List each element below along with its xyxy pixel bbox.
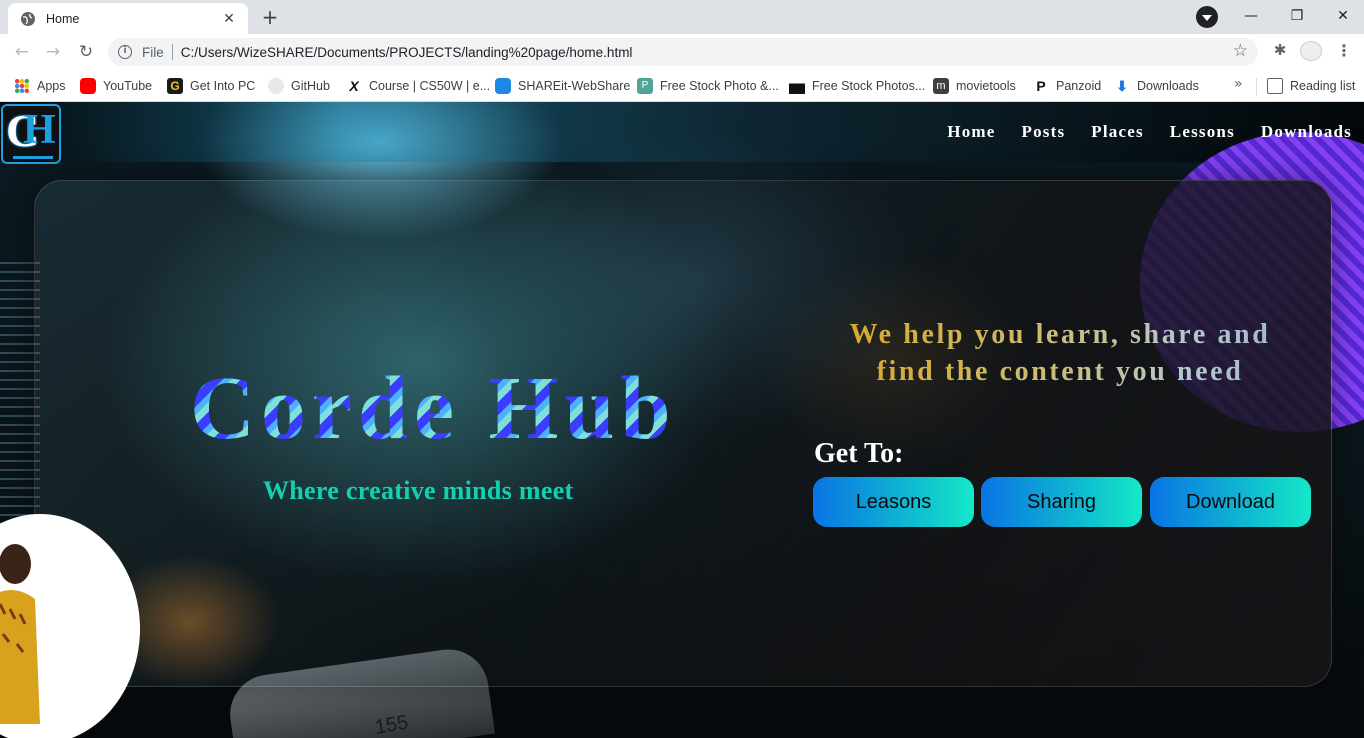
nav-places[interactable]: Places [1091, 122, 1144, 142]
nav-lessons[interactable]: Lessons [1170, 122, 1235, 142]
brand-title: Corde Hub [190, 359, 677, 458]
omnibox-divider [171, 44, 173, 60]
bookmark-star-icon[interactable]: ☆ [1233, 41, 1248, 61]
help-text: We help you learn, share and find the co… [820, 316, 1300, 390]
back-arrow-icon[interactable]: ← [10, 40, 34, 64]
close-window-button[interactable]: ✕ [1320, 4, 1364, 28]
bookmark-label: Get Into PC [190, 79, 256, 93]
bookmark-cs50w[interactable]: X Course | CS50W | e... [346, 76, 490, 96]
bookmark-panzoid[interactable]: P Panzoid [1033, 76, 1101, 96]
site-nav: Home Posts Places Lessons Downloads [947, 122, 1352, 142]
profile-avatar[interactable] [1300, 41, 1322, 61]
info-icon[interactable]: i [118, 45, 132, 59]
extensions-puzzle-icon[interactable]: ✱ [1270, 40, 1290, 60]
bookmark-pexels[interactable]: P Free Stock Photo &... [637, 76, 779, 96]
tab-search-icon[interactable] [1196, 6, 1218, 28]
logo-letter-h: H [23, 107, 56, 153]
edx-icon: X [349, 78, 359, 94]
nav-home[interactable]: Home [947, 122, 995, 142]
bookmark-label: Course | CS50W | e... [369, 79, 491, 93]
address-bar[interactable]: i File C:/Users/WizeSHARE/Documents/PROJ… [108, 38, 1258, 66]
menu-kebab-icon[interactable]: ⋮ [1336, 40, 1352, 62]
landing-page: 155 C H Home Posts Places Lessons Downlo… [0, 102, 1364, 738]
apps-grid-icon [14, 78, 30, 94]
github-icon [268, 78, 284, 94]
getintopc-icon: G [167, 78, 183, 94]
bookmark-label: Apps [37, 79, 66, 93]
bookmark-label: Free Stock Photos... [812, 79, 926, 93]
panzoid-icon: P [1036, 78, 1046, 94]
bookmark-movietools[interactable]: m movietools [933, 76, 1016, 96]
download-icon: ⬇ [1116, 78, 1128, 94]
tab-strip: Home ✕ + — ❐ ✕ [0, 0, 1364, 34]
forward-arrow-icon[interactable]: → [41, 40, 65, 64]
bookmark-label: Panzoid [1056, 79, 1102, 93]
globe-icon [21, 11, 35, 26]
bookmark-shareit[interactable]: SHAREit-WebShare [495, 76, 630, 96]
lessons-button[interactable]: Leasons [813, 477, 974, 527]
browser-toolbar: ← → ↻ i File C:/Users/WizeSHARE/Document… [0, 34, 1364, 70]
bookmark-label: YouTube [103, 79, 153, 93]
url-scheme: File [142, 44, 164, 60]
bookmarks-overflow-button[interactable]: » [1234, 76, 1243, 92]
restore-button[interactable]: ❐ [1274, 4, 1320, 28]
youtube-icon [80, 78, 96, 94]
minimize-button[interactable]: — [1228, 4, 1274, 28]
site-logo[interactable]: C H [1, 104, 61, 164]
reload-icon[interactable]: ↻ [74, 40, 98, 64]
reading-list-icon [1267, 78, 1283, 94]
movietools-icon: m [933, 78, 949, 94]
sharing-button[interactable]: Sharing [981, 477, 1142, 527]
unsplash-icon [789, 78, 805, 94]
bookmarks-divider [1256, 78, 1257, 96]
bookmark-youtube[interactable]: YouTube [80, 76, 152, 96]
bookmark-label: GitHub [291, 79, 330, 93]
new-tab-button[interactable]: + [256, 5, 284, 31]
download-button[interactable]: Download [1150, 477, 1311, 527]
url-text[interactable]: C:/Users/WizeSHARE/Documents/PROJECTS/la… [181, 45, 633, 60]
bookmark-label: movietools [956, 79, 1016, 93]
nav-downloads[interactable]: Downloads [1261, 122, 1352, 142]
bookmark-label: Free Stock Photo &... [660, 79, 779, 93]
bookmark-apps[interactable]: Apps [14, 76, 66, 96]
reading-list-label: Reading list [1290, 79, 1356, 93]
chip-label: 155 [373, 711, 410, 738]
bookmarks-bar: Apps YouTube G Get Into PC GitHub X Cour… [0, 70, 1364, 102]
get-to-label: Get To: [814, 438, 904, 469]
shareit-icon [495, 78, 511, 94]
tab-title: Home [46, 11, 80, 26]
nav-posts[interactable]: Posts [1022, 122, 1066, 142]
bookmark-unsplash[interactable]: Free Stock Photos... [789, 76, 925, 96]
reading-list-button[interactable]: Reading list [1267, 76, 1355, 96]
bookmark-label: Downloads [1137, 79, 1199, 93]
person-image [0, 544, 40, 724]
pexels-icon: P [637, 78, 653, 94]
logo-underline [13, 156, 53, 159]
browser-tab-home[interactable]: Home ✕ [8, 3, 248, 34]
bookmark-label: SHAREit-WebShare [518, 79, 631, 93]
bookmark-getintopc[interactable]: G Get Into PC [167, 76, 255, 96]
bookmark-github[interactable]: GitHub [268, 76, 330, 96]
close-tab-icon[interactable]: ✕ [220, 11, 238, 27]
brand-tagline: Where creative minds meet [263, 476, 574, 505]
bookmark-downloads[interactable]: ⬇ Downloads [1114, 76, 1199, 96]
